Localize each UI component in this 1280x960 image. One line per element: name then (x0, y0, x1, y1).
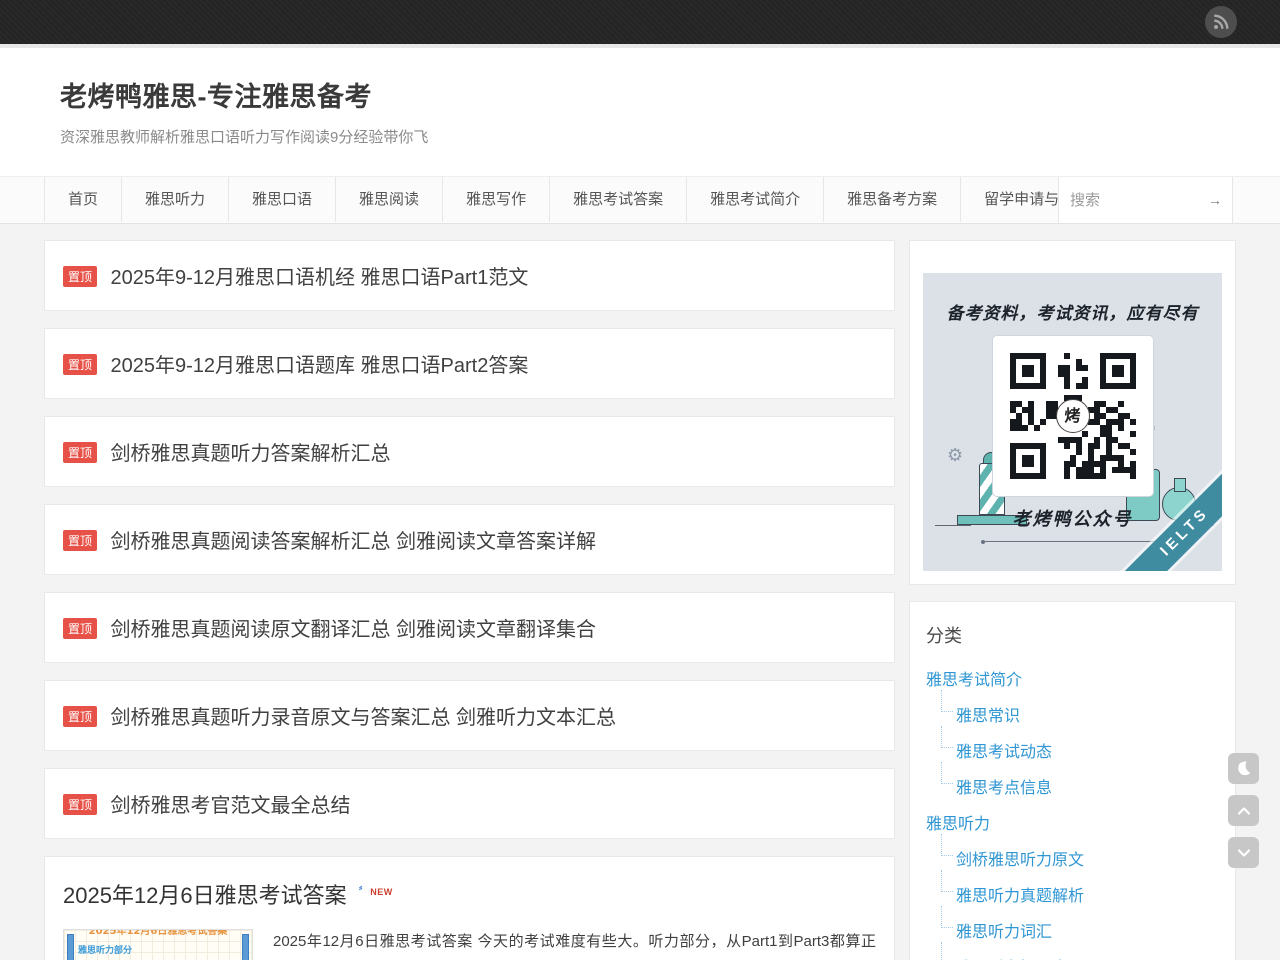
post-title-link[interactable]: 剑桥雅思真题阅读原文翻译汇总 剑雅阅读文章翻译集合 (110, 619, 596, 641)
post-title-link[interactable]: 剑桥雅思真题听力答案解析汇总 (110, 443, 390, 465)
nav-item-listening[interactable]: 雅思听力 (122, 177, 229, 222)
categories-list: 雅思考试简介 雅思常识 雅思考试动态 雅思考点信息 雅思听力 剑桥雅思听力原文 … (926, 660, 1219, 960)
category-item: 雅思听力真题解析 (939, 876, 1219, 912)
pinned-badge: 置顶 (63, 266, 97, 287)
wechat-qr-image: 备考资料，考试资讯，应有尽有 ⚙ ⚙ 烤 老烤鸭公众号 IELTS (923, 273, 1222, 571)
chevron-up-icon (1234, 801, 1254, 821)
pinned-badge: 置顶 (63, 794, 97, 815)
article-title-link[interactable]: 2025年12月6日雅思考试答案 (63, 883, 347, 908)
thumb-banner: 2025年12月6日雅思考试答案 (78, 929, 238, 937)
new-badge: 〞NEW (359, 887, 393, 897)
pinned-post-card: 置顶 剑桥雅思真题阅读答案解析汇总 剑雅阅读文章答案详解 (44, 504, 895, 575)
site-header: 老烤鸭雅思-专注雅思备考 资深雅思教师解析雅思口语听力写作阅读9分经验带你飞 (0, 44, 1280, 176)
pinned-post-card: 置顶 剑桥雅思真题听力录音原文与答案汇总 剑雅听力文本汇总 (44, 680, 895, 751)
search-submit-button[interactable]: → (1198, 192, 1232, 208)
nav-item-writing[interactable]: 雅思写作 (443, 177, 550, 222)
thumb-section-title: 雅思听力部分 (78, 943, 238, 956)
pinned-badge: 置顶 (63, 618, 97, 639)
pinned-post-card: 置顶 剑桥雅思真题听力答案解析汇总 (44, 416, 895, 487)
floating-buttons (1228, 753, 1260, 879)
qr-finder (1010, 353, 1046, 389)
pinned-badge: 置顶 (63, 354, 97, 375)
category-item: 雅思听力 (926, 804, 1219, 840)
site-title[interactable]: 老烤鸭雅思-专注雅思备考 (44, 75, 1236, 114)
article-thumbnail[interactable]: 2025年12月6日雅思考试答案 雅思听力部分 Part 1 节目活动 1. J… (63, 929, 253, 960)
nav-item-speaking[interactable]: 雅思口语 (229, 177, 336, 222)
category-item: 剑桥雅思听力原文 (939, 840, 1219, 876)
nav-item-exam-answers[interactable]: 雅思考试答案 (550, 177, 687, 222)
pinned-post-card: 置顶 剑桥雅思考官范文最全总结 (44, 768, 895, 839)
nav-item-exam-intro[interactable]: 雅思考试简介 (687, 177, 824, 222)
pinned-post-card: 置顶 剑桥雅思真题阅读原文翻译汇总 剑雅阅读文章翻译集合 (44, 592, 895, 663)
top-bar (0, 0, 1280, 44)
rss-icon[interactable] (1205, 6, 1237, 38)
pinned-post-card: 置顶 2025年9-12月雅思口语机经 雅思口语Part1范文 (44, 240, 895, 311)
main-nav: 首页 雅思听力 雅思口语 雅思阅读 雅思写作 雅思考试答案 雅思考试简介 雅思备… (0, 176, 1280, 224)
categories-title: 分类 (926, 622, 1219, 648)
back-to-top-button[interactable] (1228, 795, 1259, 826)
post-title-link[interactable]: 剑桥雅思真题阅读答案解析汇总 剑雅阅读文章答案详解 (110, 531, 596, 553)
moon-icon (1234, 759, 1253, 778)
nav-item-prep-plan[interactable]: 雅思备考方案 (824, 177, 961, 222)
thumb-left-bar (67, 934, 74, 960)
category-item: 雅思考试动态 (939, 732, 1219, 768)
categories-widget: 分类 雅思考试简介 雅思常识 雅思考试动态 雅思考点信息 雅思听力 剑桥雅思听力… (909, 601, 1236, 960)
search-form: → (1058, 177, 1233, 223)
category-item: 雅思常识 (939, 696, 1219, 732)
qr-widget: 备考资料，考试资讯，应有尽有 ⚙ ⚙ 烤 老烤鸭公众号 IELTS (909, 240, 1236, 585)
pinned-post-card: 置顶 2025年9-12月雅思口语题库 雅思口语Part2答案 (44, 328, 895, 399)
qr-center-logo: 烤 (1056, 399, 1090, 433)
qr-finder (1010, 443, 1046, 479)
post-title-link[interactable]: 剑桥雅思考官范文最全总结 (110, 795, 350, 817)
article-excerpt: 2025年12月6日雅思考试答案 今天的考试难度有些大。听力部分，从Part1到… (273, 929, 876, 960)
search-input[interactable] (1059, 192, 1198, 209)
to-bottom-button[interactable] (1228, 837, 1259, 868)
spark-icon: 〞 (359, 887, 370, 898)
gear-icon: ⚙ (947, 445, 963, 466)
nav-item-reading[interactable]: 雅思阅读 (336, 177, 443, 222)
thumb-right-bar (242, 934, 249, 960)
qr-top-text: 备考资料，考试资讯，应有尽有 (923, 299, 1222, 324)
category-item: 雅思考试简介 (926, 660, 1219, 696)
post-title-link[interactable]: 2025年9-12月雅思口语机经 雅思口语Part1范文 (110, 267, 528, 289)
sidebar: 备考资料，考试资讯，应有尽有 ⚙ ⚙ 烤 老烤鸭公众号 IELTS (909, 240, 1236, 960)
category-item: 雅思听力词汇 (939, 912, 1219, 948)
category-item: 雅思考点信息 (939, 768, 1219, 804)
rss-glyph (1212, 13, 1230, 31)
nav-item-home[interactable]: 首页 (44, 177, 122, 222)
chevron-down-icon (1234, 843, 1254, 863)
qr-finder (1100, 353, 1136, 389)
pinned-badge: 置顶 (63, 442, 97, 463)
post-list: 置顶 2025年9-12月雅思口语机经 雅思口语Part1范文 置顶 2025年… (44, 240, 895, 960)
night-mode-button[interactable] (1228, 753, 1259, 784)
qr-code: 烤 (993, 336, 1153, 496)
pinned-badge: 置顶 (63, 530, 97, 551)
post-title-link[interactable]: 2025年9-12月雅思口语题库 雅思口语Part2答案 (110, 355, 528, 377)
site-tagline: 资深雅思教师解析雅思口语听力写作阅读9分经验带你飞 (44, 126, 1236, 147)
article-card: 2025年12月6日雅思考试答案 〞NEW 2025年12月6日雅思考试答案 雅… (44, 856, 895, 960)
post-title-link[interactable]: 剑桥雅思真题听力录音原文与答案汇总 剑雅听力文本汇总 (110, 707, 616, 729)
category-item: 雅思听力知识点 (939, 948, 1219, 960)
pinned-badge: 置顶 (63, 706, 97, 727)
qr-divider-line (983, 541, 1162, 542)
